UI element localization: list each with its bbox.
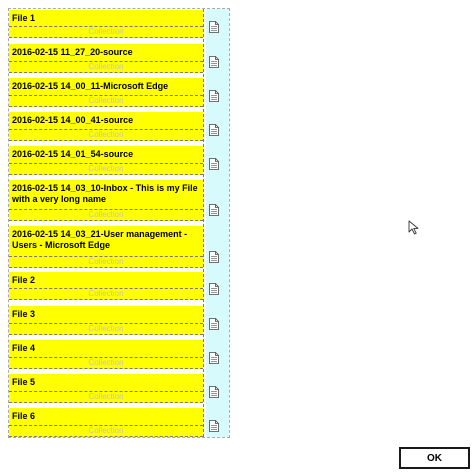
row-divider (9, 436, 203, 437)
mouse-cursor-icon (408, 220, 419, 235)
file-title: File 6 (12, 411, 36, 421)
file-title: 2016-02-15 14_01_54-source (12, 149, 134, 159)
row-divider (9, 174, 203, 175)
row-divider (9, 334, 203, 335)
file-title: 2016-02-15 11_27_20-source (12, 47, 133, 57)
row-divider (9, 299, 203, 300)
document-icon[interactable] (209, 56, 219, 68)
document-icon[interactable] (209, 352, 219, 364)
file-list-item[interactable]: File 5 Collection (9, 374, 203, 403)
collection-label: Collection (88, 358, 124, 367)
collection-label: Collection (88, 289, 124, 298)
file-list-item[interactable]: 2016-02-15 14_03_21-User management - Us… (9, 226, 203, 268)
file-title: File 4 (12, 343, 36, 353)
file-list-panel: File 1 Collection 2016-02-15 11_27_20-sour… (8, 8, 230, 438)
row-divider (9, 106, 203, 107)
document-icon[interactable] (209, 386, 219, 398)
collection-label: Collection (88, 96, 124, 105)
file-title: 2016-02-15 14_00_11-Microsoft Edge (12, 81, 169, 91)
file-list-item[interactable]: File 1 Collection (9, 10, 203, 38)
collection-label: Collection (88, 392, 124, 401)
file-title: File 5 (12, 377, 36, 387)
file-list-item[interactable]: 2016-02-15 14_03_10-Inbox - This is my F… (9, 180, 203, 221)
collection-label: Collection (88, 62, 124, 71)
collection-label: Collection (88, 426, 124, 435)
file-title: File 3 (12, 309, 36, 319)
row-divider (9, 220, 203, 221)
document-icon[interactable] (209, 90, 219, 102)
collection-label: Collection (88, 324, 124, 333)
row-divider (9, 402, 203, 403)
file-title: 2016-02-15 14_03_21-User management - Us… (12, 229, 188, 250)
row-divider (9, 368, 203, 369)
file-list-item[interactable]: 2016-02-15 14_00_11-Microsoft Edge Collec… (9, 78, 203, 107)
file-list-item[interactable]: File 6 Collection (9, 408, 203, 437)
collection-label: Collection (88, 164, 124, 173)
file-title: 2016-02-15 14_03_10-Inbox - This is my F… (12, 183, 198, 204)
ok-button[interactable]: OK (399, 447, 470, 469)
column-separator (203, 9, 204, 437)
document-icon[interactable] (209, 318, 219, 330)
file-list-item[interactable]: File 2 Collection (9, 272, 203, 300)
row-divider (9, 72, 203, 73)
file-title: File 2 (12, 275, 36, 285)
document-icon[interactable] (209, 283, 219, 295)
file-list-item[interactable]: 2016-02-15 14_01_54-source Collection (9, 146, 203, 175)
document-icon[interactable] (209, 204, 219, 216)
document-icon[interactable] (209, 251, 219, 263)
document-icon[interactable] (209, 158, 219, 170)
file-title: File 1 (12, 13, 36, 23)
file-list-item[interactable]: 2016-02-15 14_00_41-source Collection (9, 112, 203, 141)
side-strip (206, 9, 229, 437)
file-title: 2016-02-15 14_00_41-source (12, 115, 134, 125)
collection-label: Collection (88, 27, 124, 36)
row-divider (9, 140, 203, 141)
collection-label: Collection (88, 210, 124, 219)
file-list-item[interactable]: File 3 Collection (9, 306, 203, 335)
file-list-item[interactable]: File 4 Collection (9, 340, 203, 369)
document-icon[interactable] (209, 21, 219, 33)
collection-label: Collection (88, 130, 124, 139)
row-divider (9, 37, 203, 38)
file-list-item[interactable]: 2016-02-15 11_27_20-source Collection (9, 44, 203, 73)
row-divider (9, 267, 203, 268)
collection-label: Collection (88, 257, 124, 266)
document-icon[interactable] (209, 124, 219, 136)
document-icon[interactable] (209, 420, 219, 432)
